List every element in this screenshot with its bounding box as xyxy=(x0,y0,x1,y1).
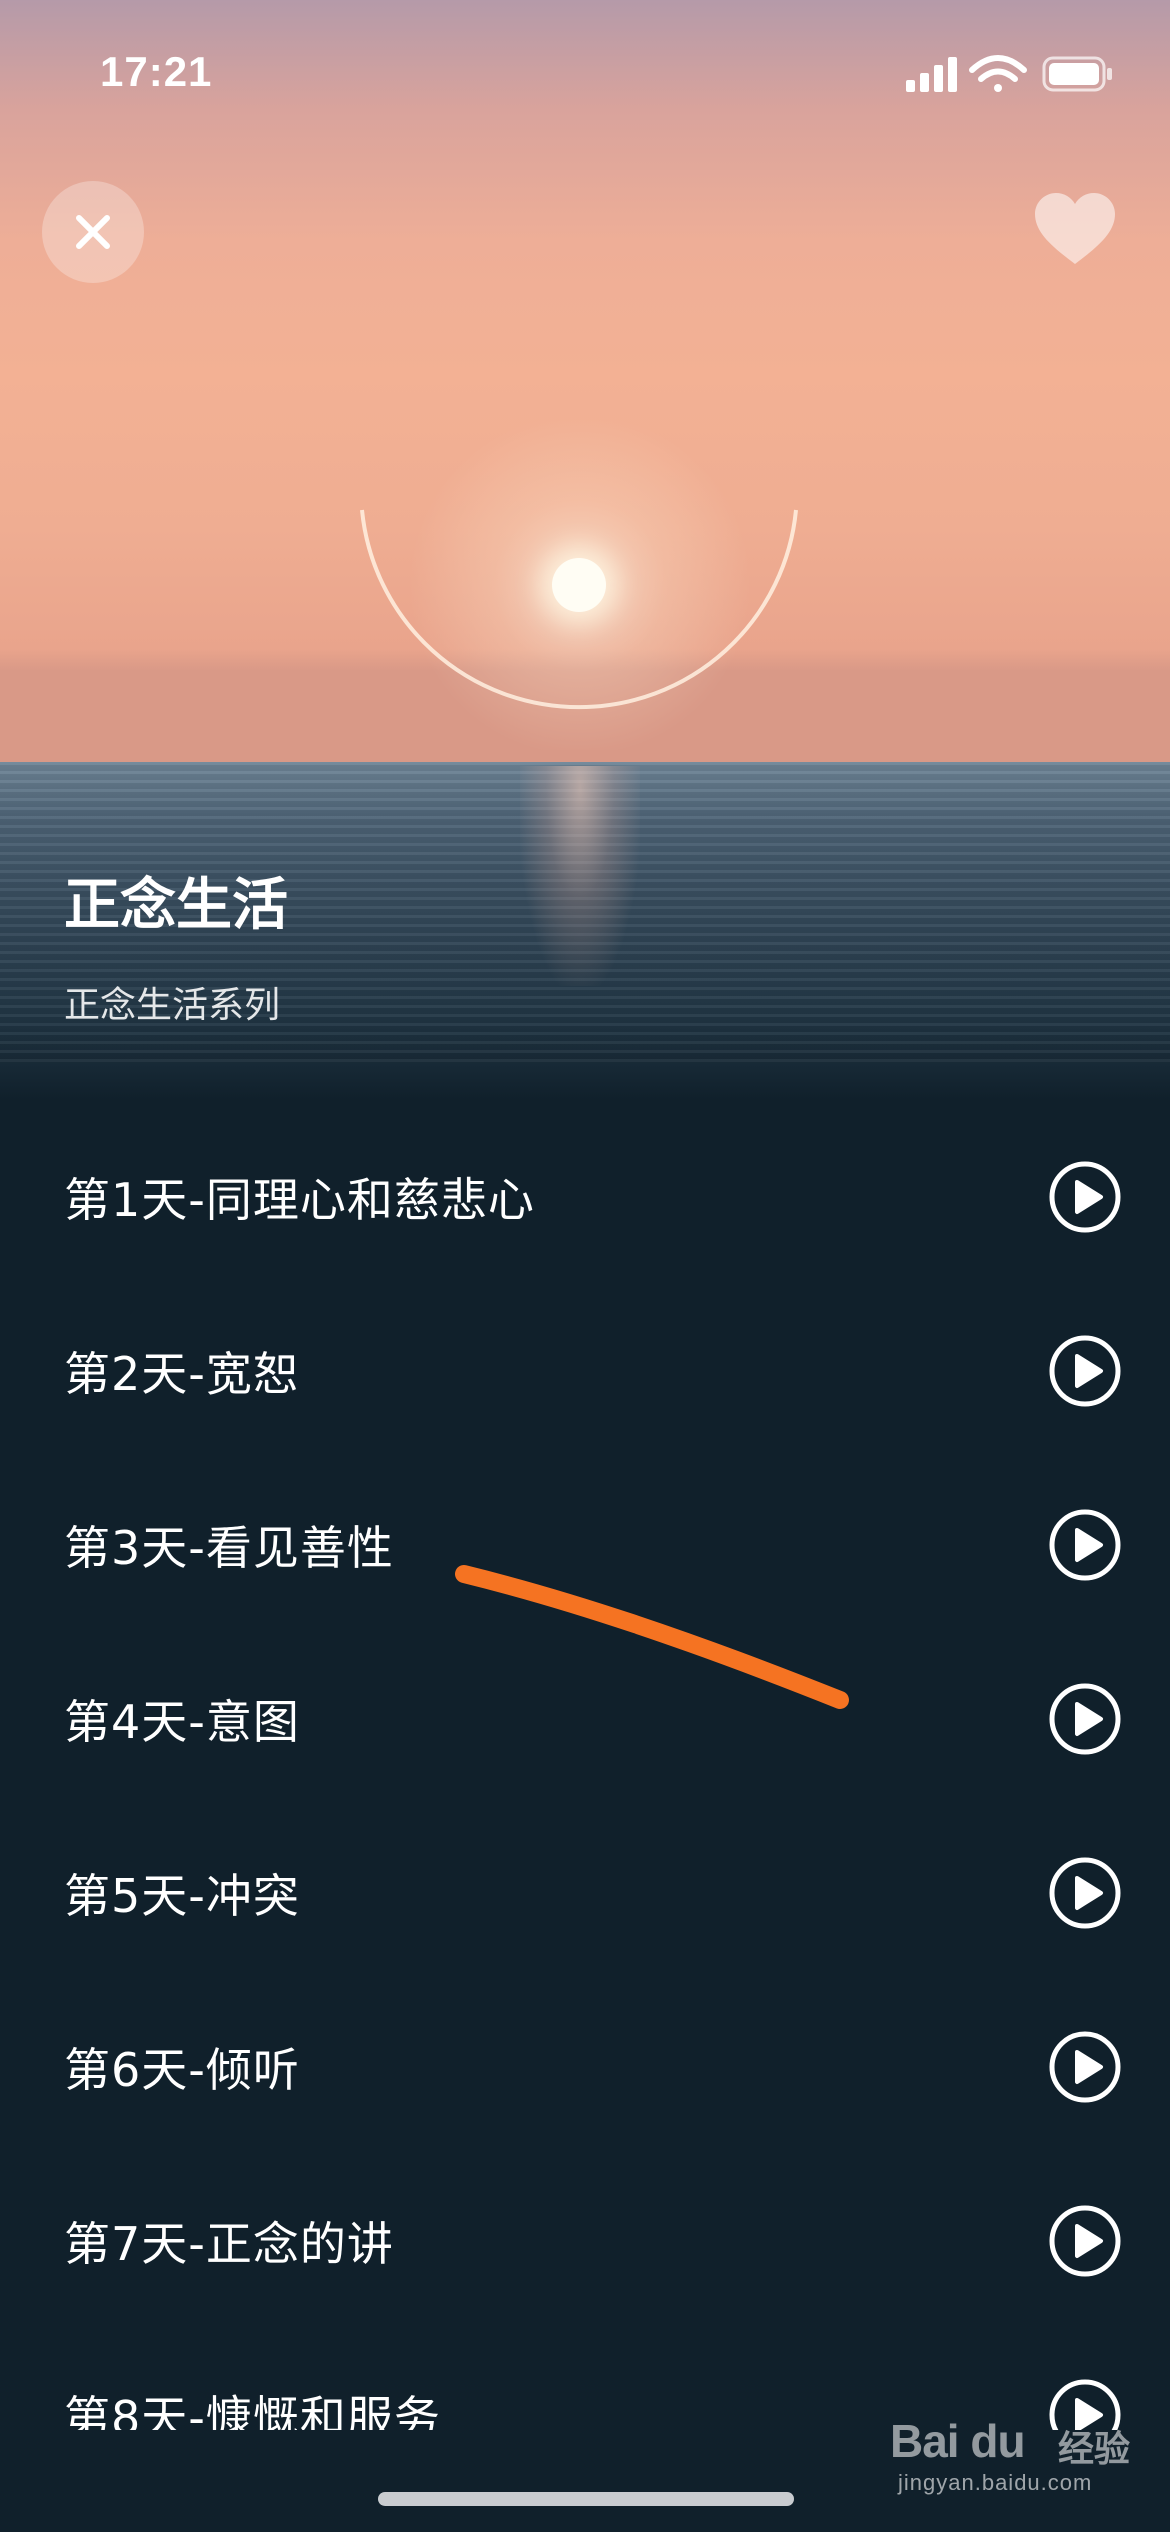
episode-title: 第2天-宽恕 xyxy=(64,1347,300,1401)
play-icon[interactable] xyxy=(1048,1508,1122,1582)
play-icon[interactable] xyxy=(1048,2204,1122,2278)
play-icon[interactable] xyxy=(1048,1856,1122,1930)
watermark-url: jingyan.baidu.com xyxy=(898,2470,1093,2495)
status-time: 17:21 xyxy=(100,48,213,95)
sun-reflection xyxy=(520,766,640,986)
episode-item[interactable]: 第7天-正念的讲 xyxy=(0,2154,1170,2328)
episode-title: 第5天-冲突 xyxy=(64,1869,300,1923)
episode-item[interactable]: 第1天-同理心和慈悲心 xyxy=(0,1110,1170,1284)
episode-item[interactable]: 第5天-冲突 xyxy=(0,1806,1170,1980)
episode-title: 第8天-慷慨和服务 xyxy=(64,2391,441,2430)
wifi-icon xyxy=(969,55,1027,92)
sun xyxy=(552,558,606,612)
cellular-signal-icon xyxy=(906,57,957,92)
episode-title: 第4天-意图 xyxy=(64,1695,300,1749)
episode-item[interactable]: 第2天-宽恕 xyxy=(0,1284,1170,1458)
watermark-brand: 经验 xyxy=(1058,2429,1131,2470)
episode-title: 第3天-看见善性 xyxy=(64,1521,394,1575)
favorite-button[interactable] xyxy=(1025,184,1125,274)
episode-item[interactable]: 第6天-倾听 xyxy=(0,1980,1170,2154)
baidu-jingyan-watermark: Bai du 经验 jingyan.baidu.com xyxy=(890,2400,1160,2500)
close-button[interactable] xyxy=(42,181,144,283)
episode-title: 第6天-倾听 xyxy=(64,2043,300,2097)
close-icon xyxy=(76,215,110,249)
page-subtitle: 正念生活系列 xyxy=(64,985,281,1026)
heart-icon xyxy=(1035,193,1115,264)
play-icon[interactable] xyxy=(1048,1160,1122,1234)
episode-title: 第1天-同理心和慈悲心 xyxy=(64,1173,535,1227)
status-icons xyxy=(906,55,1112,92)
orange-annotation-stroke xyxy=(455,1565,849,1709)
play-icon[interactable] xyxy=(1048,1682,1122,1756)
page-title: 正念生活 xyxy=(64,873,288,938)
watermark-logo: Bai du xyxy=(890,2415,1026,2467)
play-icon[interactable] xyxy=(1048,1334,1122,1408)
home-indicator[interactable] xyxy=(378,2492,794,2506)
episode-list: 第1天-同理心和慈悲心 第2天-宽恕 第3天-看见善性 第4天-意图 第5天-冲… xyxy=(0,1110,1170,2430)
play-icon[interactable] xyxy=(1048,2030,1122,2104)
sun-halo xyxy=(360,509,798,710)
episode-title: 第7天-正念的讲 xyxy=(64,2217,394,2271)
battery-icon xyxy=(1042,56,1112,92)
